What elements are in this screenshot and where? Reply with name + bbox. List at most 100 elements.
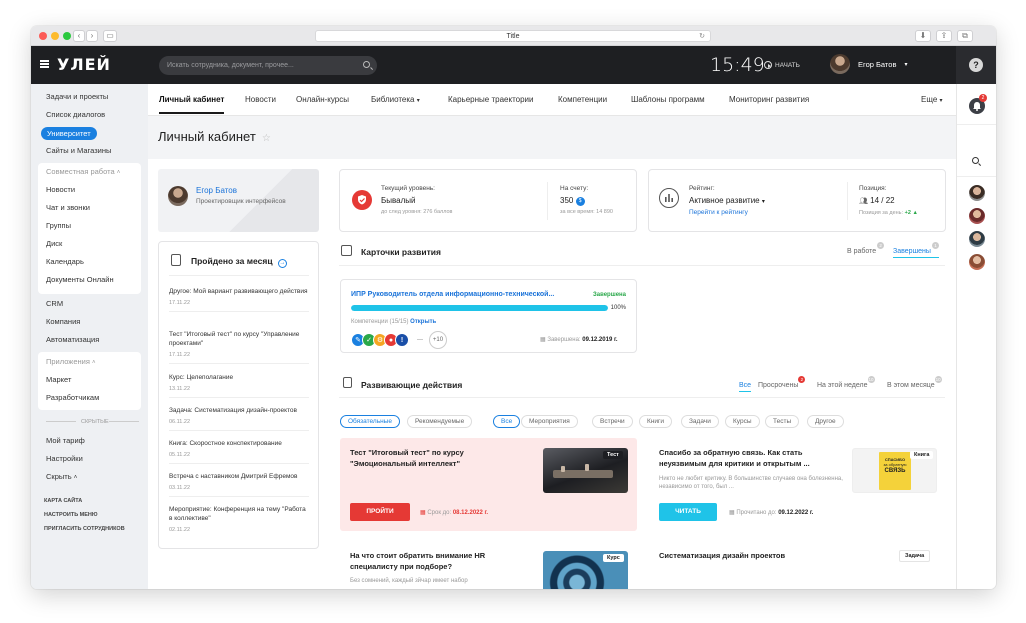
list-item[interactable]: Книга: Скоростное конспектирование 05.11.…: [169, 440, 309, 464]
profile-name[interactable]: Егор Батов: [196, 186, 237, 195]
logo[interactable]: УЛЕЙ: [57, 55, 111, 74]
sidebar-item-chat[interactable]: Чат и звонки: [46, 203, 90, 212]
list-item[interactable]: Курс: Целеполагание 13.11.22: [169, 374, 309, 398]
sidebar-item-automation[interactable]: Автоматизация: [46, 335, 99, 344]
reload-icon[interactable]: ↻: [699, 31, 705, 42]
link-invite[interactable]: Пригласить сотрудников: [44, 526, 125, 532]
tab-all[interactable]: Все: [739, 382, 752, 392]
filter-recommended[interactable]: Рекомендуемые: [407, 415, 473, 428]
filter-meetings[interactable]: Встречи: [592, 415, 633, 428]
close-dot[interactable]: [39, 32, 47, 40]
sidebar-item-calendar[interactable]: Календарь: [46, 257, 84, 266]
hamburger-icon[interactable]: [40, 60, 49, 68]
avatar[interactable]: [969, 208, 985, 224]
filter-events[interactable]: Мероприятия: [521, 415, 578, 428]
tab-library[interactable]: Библиотека ▾: [371, 95, 420, 104]
search-input[interactable]: Искать сотрудника, документ, прочее...: [159, 56, 377, 75]
filter-all[interactable]: Все: [493, 415, 521, 428]
list-item[interactable]: Мероприятие: Конференция на тему "Работа…: [169, 506, 309, 538]
sidebar-hidden-label[interactable]: скрытые: [81, 419, 109, 425]
tabs-icon[interactable]: ⧉: [957, 30, 973, 42]
tab-courses[interactable]: Онлайн-курсы: [296, 95, 349, 104]
sidebar-group-apps-head[interactable]: Приложения ˄: [46, 357, 96, 366]
tab-overdue[interactable]: Просрочены2: [758, 376, 806, 389]
star-icon[interactable]: ☆: [262, 133, 271, 144]
rating-dropdown[interactable]: Активное развитие ▾: [689, 196, 765, 205]
filter-courses[interactable]: Курсы: [725, 415, 760, 428]
list-item[interactable]: Другое: Мой вариант развивающего действи…: [169, 288, 309, 312]
tab-career[interactable]: Карьерные траектории: [448, 95, 533, 104]
tab-in-work[interactable]: В работе2: [847, 242, 885, 255]
sidebar-item-market[interactable]: Маркет: [46, 375, 71, 384]
sidebar-item-groups[interactable]: Группы: [46, 221, 71, 230]
sidebar-item-dev[interactable]: Разработчикам: [46, 393, 99, 402]
action-title[interactable]: На что стоит обратить внимание HR специа…: [350, 551, 490, 572]
filter-books[interactable]: Книги: [639, 415, 673, 428]
sidebar-item-disk[interactable]: Диск: [46, 239, 62, 248]
action-title[interactable]: Тест "Итоговый тест" по курсу "Эмоционал…: [350, 448, 485, 469]
filter-required[interactable]: Обязательные: [340, 415, 400, 428]
action-card[interactable]: Тест "Итоговый тест" по курсу "Эмоционал…: [340, 438, 637, 531]
list-item[interactable]: Тест "Итоговый тест" по курсу "Управлени…: [169, 331, 309, 364]
address-bar[interactable]: Title ↻: [315, 30, 711, 42]
action-title[interactable]: Спасибо за обратную связь. Как стать неу…: [659, 448, 844, 469]
search-icon[interactable]: [972, 157, 979, 164]
tab-completed[interactable]: Завершены1: [893, 242, 939, 258]
forward-icon[interactable]: ›: [86, 30, 98, 42]
sidebar-group-collab-head[interactable]: Совместная работа ˄: [46, 167, 120, 176]
exclamation-icon[interactable]: !: [395, 333, 409, 347]
dev-card-title[interactable]: ИПР Руководитель отдела информационно-те…: [351, 291, 554, 298]
profile-card[interactable]: Егор Батов Проектировщик интерфейсов: [158, 169, 319, 232]
avatar[interactable]: [969, 185, 985, 201]
sidebar-item-tariff[interactable]: Мой тариф: [46, 436, 85, 445]
tab-competencies[interactable]: Компетенции: [558, 95, 607, 104]
link-configure-menu[interactable]: Настроить меню: [44, 512, 98, 518]
sidebar-item-docs[interactable]: Документы Онлайн: [46, 275, 114, 284]
tab-templates[interactable]: Шаблоны программ: [631, 95, 705, 104]
user-menu[interactable]: Егор Батов ▾: [830, 54, 907, 74]
more-competencies-button[interactable]: +10: [429, 331, 447, 349]
start-button[interactable]: НАЧАТЬ: [764, 61, 800, 69]
arrow-right-icon[interactable]: →: [277, 259, 287, 268]
tab-news[interactable]: Новости: [245, 95, 276, 104]
maximize-dot[interactable]: [63, 32, 71, 40]
download-icon[interactable]: ⬇: [915, 30, 931, 42]
tab-cabinet[interactable]: Личный кабинет: [159, 95, 225, 114]
avatar[interactable]: [969, 254, 985, 270]
back-icon[interactable]: ‹: [73, 30, 85, 42]
sidebar-item-company[interactable]: Компания: [46, 317, 80, 326]
rating-link[interactable]: Перейти к рейтингу: [689, 209, 748, 216]
share-icon[interactable]: ⇪: [936, 30, 952, 42]
filter-tasks[interactable]: Задачи: [681, 415, 719, 428]
sidebar-item-tasks[interactable]: Задачи и проекты: [46, 92, 108, 101]
tab-monitoring[interactable]: Мониторинг развития: [729, 95, 809, 104]
link-sitemap[interactable]: Карта сайта: [44, 498, 82, 504]
sidebar-item-settings[interactable]: Настройки: [46, 454, 83, 463]
sidebar-item-news[interactable]: Новости: [46, 185, 75, 194]
search-icon[interactable]: [363, 61, 370, 68]
filter-other[interactable]: Другое: [807, 415, 844, 428]
action-card[interactable]: На что стоит обратить внимание HR специа…: [340, 541, 637, 589]
open-link[interactable]: Открыть: [410, 319, 436, 325]
sidebar-item-dialogs[interactable]: Список диалогов: [46, 110, 105, 119]
tab-more[interactable]: Еще ▾: [921, 95, 943, 104]
sidebar-item-crm[interactable]: CRM: [46, 299, 63, 308]
action-card[interactable]: Систематизация дизайн проектов Задача: [649, 541, 946, 589]
list-item[interactable]: Задача: Систематизация дизайн-проектов 06…: [169, 407, 309, 431]
tab-this-month[interactable]: В этом месяце10: [887, 376, 942, 389]
dev-card[interactable]: ИПР Руководитель отдела информационно-те…: [340, 279, 637, 353]
help-icon[interactable]: ?: [969, 58, 983, 72]
sidebar-toggle-icon[interactable]: ▭: [103, 30, 117, 42]
filter-tests[interactable]: Тесты: [765, 415, 800, 428]
action-card[interactable]: Спасибо за обратную связь. Как стать неу…: [649, 438, 946, 531]
start-test-button[interactable]: ПРОЙТИ: [350, 503, 410, 521]
avatar[interactable]: [969, 231, 985, 247]
sidebar-item-hide[interactable]: Скрыть ˄: [46, 472, 77, 481]
sidebar-item-university[interactable]: Университет: [41, 127, 97, 140]
action-title[interactable]: Систематизация дизайн проектов: [659, 551, 785, 560]
sidebar-item-sites[interactable]: Сайты и Магазины: [46, 146, 111, 155]
minimize-dot[interactable]: [51, 32, 59, 40]
list-item[interactable]: Встреча с наставником Дмитрий Ефремов 03.…: [169, 473, 309, 497]
read-button[interactable]: ЧИТАТЬ: [659, 503, 717, 521]
tab-this-week[interactable]: На этой неделе10: [817, 376, 875, 389]
